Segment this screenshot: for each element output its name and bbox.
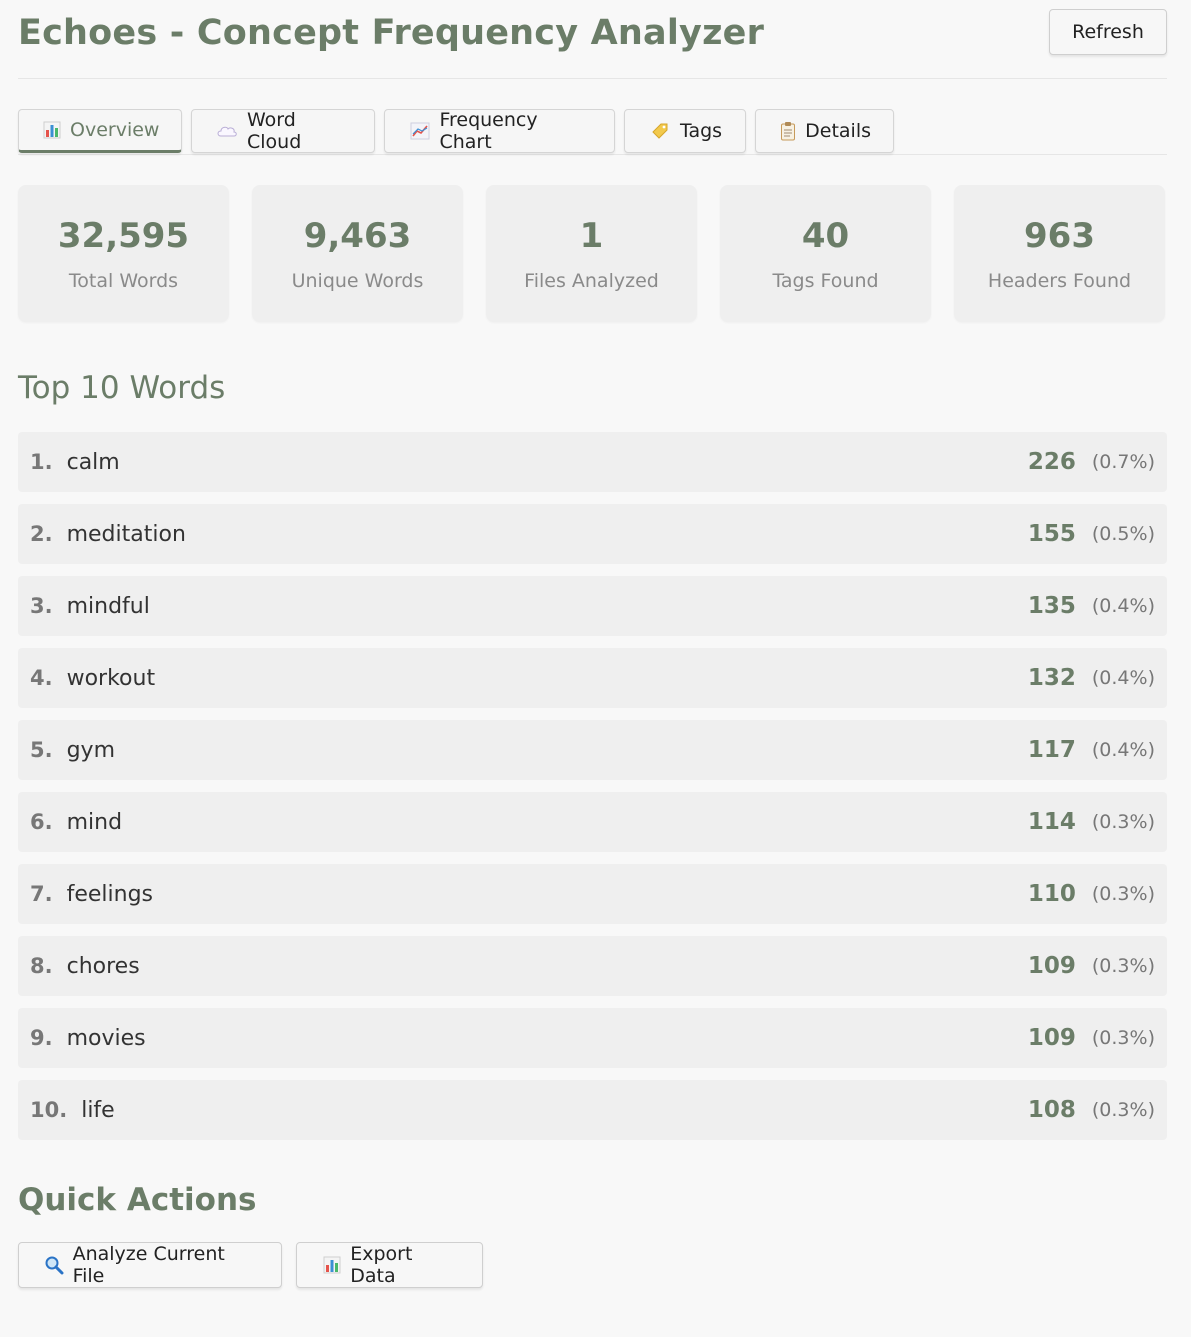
header: Echoes - Concept Frequency Analyzer Refr… bbox=[18, 0, 1167, 79]
top-words-list: 1. calm 226 (0.7%) 2. meditation 155 (0.… bbox=[18, 432, 1167, 1140]
word-row: 4. workout 132 (0.4%) bbox=[18, 648, 1167, 708]
word-row: 6. mind 114 (0.3%) bbox=[18, 792, 1167, 852]
stat-card-tags-found: 40 Tags Found bbox=[720, 185, 931, 322]
tab-word-cloud[interactable]: Word Cloud bbox=[191, 109, 375, 153]
stat-value: 963 bbox=[1024, 215, 1095, 256]
tab-overview[interactable]: Overview bbox=[18, 109, 182, 153]
word-text: mind bbox=[66, 809, 123, 835]
export-data-button[interactable]: Export Data bbox=[296, 1242, 483, 1288]
word-text: workout bbox=[66, 665, 156, 691]
word-row: 5. gym 117 (0.4%) bbox=[18, 720, 1167, 780]
app-root: Echoes - Concept Frequency Analyzer Refr… bbox=[0, 0, 1191, 1337]
stat-label: Total Words bbox=[68, 269, 179, 292]
word-text: chores bbox=[66, 953, 140, 979]
word-percent: (0.7%) bbox=[1091, 451, 1155, 473]
tab-details[interactable]: Details bbox=[755, 109, 894, 153]
stat-label: Tags Found bbox=[772, 269, 879, 292]
word-text: calm bbox=[66, 449, 120, 475]
line-chart-icon bbox=[409, 121, 430, 141]
bar-chart-icon bbox=[321, 1255, 342, 1275]
app-title: Echoes - Concept Frequency Analyzer bbox=[18, 13, 765, 53]
word-rank: 2. bbox=[30, 522, 53, 546]
stat-label: Unique Words bbox=[291, 269, 424, 292]
stat-card-unique-words: 9,463 Unique Words bbox=[252, 185, 463, 322]
stat-label: Headers Found bbox=[987, 269, 1132, 292]
analyze-current-file-button[interactable]: Analyze Current File bbox=[18, 1242, 282, 1288]
word-count: 117 bbox=[1027, 737, 1076, 763]
word-text: gym bbox=[66, 737, 116, 763]
word-rank: 9. bbox=[30, 1026, 53, 1050]
top-words-title: Top 10 Words bbox=[18, 370, 226, 406]
word-row: 10. life 108 (0.3%) bbox=[18, 1080, 1167, 1140]
word-count: 110 bbox=[1027, 881, 1076, 907]
word-percent: (0.3%) bbox=[1091, 955, 1155, 977]
tab-overview-label: Overview bbox=[70, 119, 160, 141]
word-row: 1. calm 226 (0.7%) bbox=[18, 432, 1167, 492]
stat-card-total-words: 32,595 Total Words bbox=[18, 185, 229, 322]
word-percent: (0.3%) bbox=[1091, 883, 1155, 905]
quick-actions: Analyze Current File Export Data bbox=[18, 1242, 1167, 1288]
cloud-icon bbox=[216, 121, 238, 141]
word-text: mindful bbox=[66, 593, 150, 619]
word-rank: 10. bbox=[30, 1098, 68, 1122]
word-row: 3. mindful 135 (0.4%) bbox=[18, 576, 1167, 636]
analyze-current-file-label: Analyze Current File bbox=[72, 1243, 225, 1287]
clipboard-icon bbox=[780, 121, 796, 141]
word-text: meditation bbox=[66, 521, 186, 547]
export-data-label: Export Data bbox=[350, 1243, 413, 1287]
tab-tags-label: Tags bbox=[680, 120, 723, 142]
word-rank: 5. bbox=[30, 738, 53, 762]
stat-label: Files Analyzed bbox=[524, 269, 659, 292]
stat-value: 9,463 bbox=[303, 215, 412, 256]
word-percent: (0.4%) bbox=[1091, 595, 1155, 617]
stat-card-files-analyzed: 1 Files Analyzed bbox=[486, 185, 697, 322]
stat-value: 32,595 bbox=[57, 215, 190, 256]
word-row: 2. meditation 155 (0.5%) bbox=[18, 504, 1167, 564]
tab-tags[interactable]: Tags bbox=[624, 109, 746, 153]
word-rank: 3. bbox=[30, 594, 53, 618]
word-row: 8. chores 109 (0.3%) bbox=[18, 936, 1167, 996]
tab-bar: Overview Word Cloud Frequency Chart Tags… bbox=[18, 109, 1167, 155]
word-text: feelings bbox=[66, 881, 154, 907]
word-row: 9. movies 109 (0.3%) bbox=[18, 1008, 1167, 1068]
word-count: 108 bbox=[1027, 1097, 1076, 1123]
word-rank: 8. bbox=[30, 954, 53, 978]
stat-value: 1 bbox=[579, 215, 604, 256]
stat-card-headers-found: 963 Headers Found bbox=[954, 185, 1165, 322]
tab-frequency-chart[interactable]: Frequency Chart bbox=[384, 109, 615, 153]
word-row: 7. feelings 110 (0.3%) bbox=[18, 864, 1167, 924]
tag-icon bbox=[649, 121, 671, 141]
word-text: life bbox=[81, 1097, 115, 1123]
word-percent: (0.4%) bbox=[1091, 739, 1155, 761]
word-rank: 7. bbox=[30, 882, 53, 906]
tab-word-cloud-label: Word Cloud bbox=[247, 109, 302, 153]
word-percent: (0.5%) bbox=[1091, 523, 1155, 545]
word-percent: (0.3%) bbox=[1091, 1099, 1155, 1121]
word-count: 114 bbox=[1027, 809, 1076, 835]
magnifier-icon bbox=[43, 1255, 65, 1275]
word-count: 109 bbox=[1027, 1025, 1076, 1051]
stats-row: 32,595 Total Words 9,463 Unique Words 1 … bbox=[18, 185, 1167, 322]
stat-value: 40 bbox=[801, 215, 850, 256]
word-rank: 6. bbox=[30, 810, 53, 834]
refresh-button[interactable]: Refresh bbox=[1049, 9, 1167, 55]
bar-chart-icon bbox=[43, 120, 61, 140]
word-rank: 4. bbox=[30, 666, 53, 690]
tab-frequency-chart-label: Frequency Chart bbox=[439, 109, 538, 153]
word-count: 135 bbox=[1027, 593, 1076, 619]
word-text: movies bbox=[66, 1025, 146, 1051]
tab-details-label: Details bbox=[805, 120, 871, 142]
word-rank: 1. bbox=[30, 450, 53, 474]
word-percent: (0.3%) bbox=[1091, 1027, 1155, 1049]
word-percent: (0.4%) bbox=[1091, 667, 1155, 689]
word-count: 226 bbox=[1027, 449, 1076, 475]
word-percent: (0.3%) bbox=[1091, 811, 1155, 833]
word-count: 109 bbox=[1027, 953, 1076, 979]
quick-actions-title: Quick Actions bbox=[18, 1182, 257, 1218]
word-count: 132 bbox=[1027, 665, 1076, 691]
word-count: 155 bbox=[1027, 521, 1076, 547]
